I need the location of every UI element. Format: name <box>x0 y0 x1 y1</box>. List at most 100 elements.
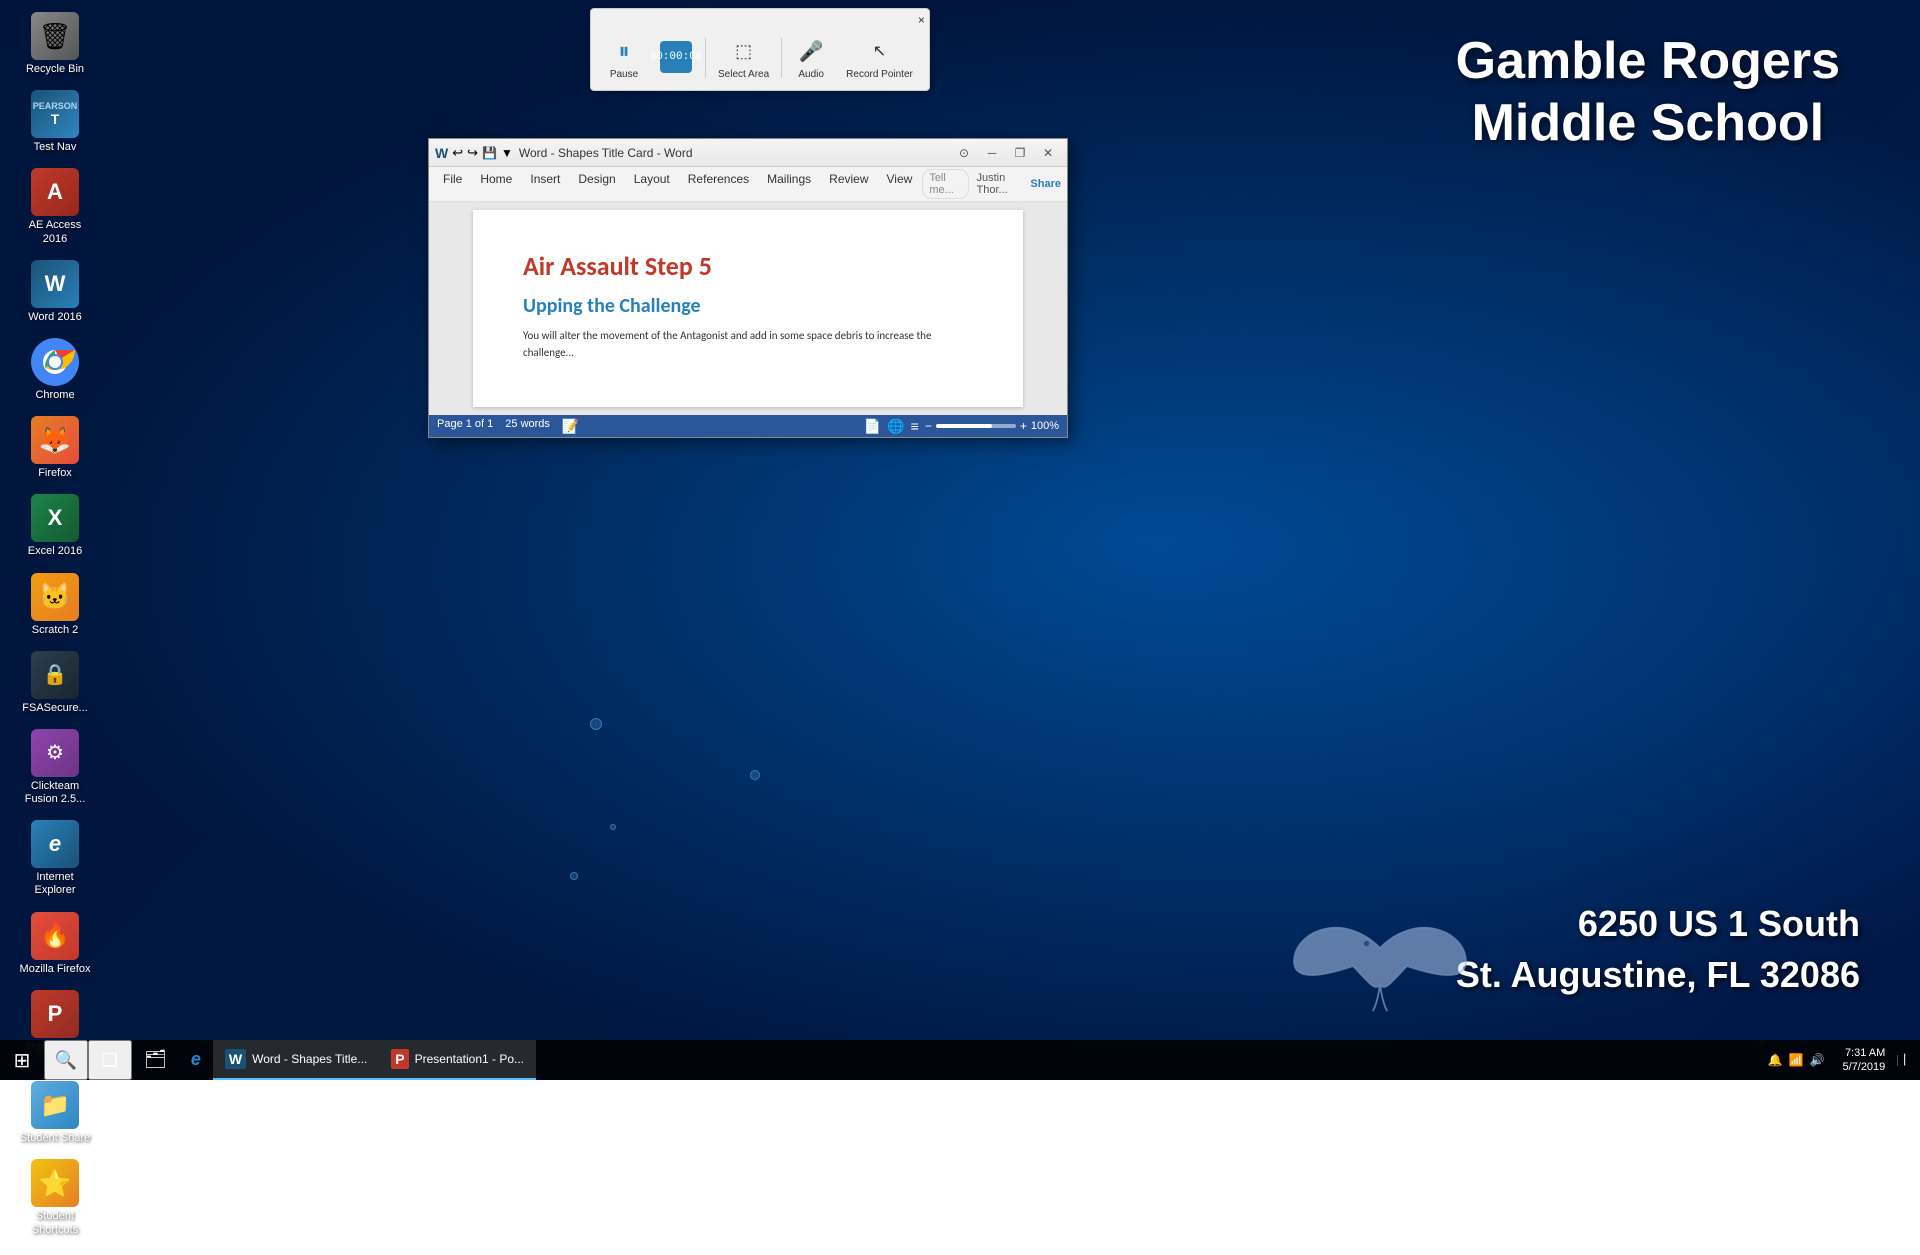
notification-icon: 🔔 <box>1768 1053 1783 1067</box>
word-app-icon: W <box>435 145 448 161</box>
recording-toolbar-buttons: ⏸ Pause 00:00:00 ⬚ Select Area 🎤 Audio ↖… <box>595 29 925 86</box>
pause-button[interactable]: ⏸ Pause <box>599 31 649 84</box>
chrome-label: Chrome <box>35 389 74 402</box>
tell-me-input[interactable]: Tell me... <box>922 169 968 199</box>
start-button[interactable]: ⊞ <box>0 1040 44 1080</box>
zoom-slider[interactable] <box>936 424 1016 428</box>
record-pointer-label: Record Pointer <box>846 69 913 80</box>
pause-icon: ⏸ <box>608 35 640 67</box>
menu-design[interactable]: Design <box>570 169 623 199</box>
statusbar-right: 📄 🌐 ≡ − + 100% <box>864 418 1059 435</box>
clickteam-label: Clickteam Fusion 2.5... <box>19 780 91 806</box>
menu-file[interactable]: File <box>435 169 470 199</box>
desktop-icon-testnav[interactable]: PEARSON T Test Nav <box>15 86 95 158</box>
word-ribbon: File Home Insert Design Layout Reference… <box>429 167 1067 202</box>
clickteam-icon: ⚙ <box>31 729 79 777</box>
desktop-icon-mozilla[interactable]: 🔥 Mozilla Firefox <box>15 908 95 980</box>
recording-toolbar-close[interactable]: × <box>918 13 925 27</box>
school-name: Gamble Rogers Middle School <box>1456 30 1840 155</box>
select-area-button[interactable]: ⬚ Select Area <box>710 31 777 84</box>
document-heading2: Upping the Challenge <box>523 294 973 318</box>
student-shortcuts-label: Student Shortcuts <box>19 1210 91 1236</box>
statusbar-left: Page 1 of 1 25 words 📝 <box>437 418 579 435</box>
share-button[interactable]: Share <box>1030 178 1061 190</box>
taskbar-clock[interactable]: 7:31 AM 5/7/2019 <box>1834 1046 1893 1075</box>
timer-icon: 00:00:00 <box>660 41 692 73</box>
menu-view[interactable]: View <box>879 169 921 199</box>
ie-label: Internet Explorer <box>19 871 91 897</box>
customize-icon[interactable]: ▼ <box>501 146 513 160</box>
search-circle-button[interactable]: ⊙ <box>951 143 977 163</box>
school-address: 6250 US 1 South St. Augustine, FL 32086 <box>1456 899 1860 1000</box>
menu-home[interactable]: Home <box>472 169 520 199</box>
taskbar-system: 🔔 📶 🔊 7:31 AM 5/7/2019 ▏ <box>1762 1046 1920 1075</box>
restore-button[interactable]: ❐ <box>1007 143 1033 163</box>
save-icon[interactable]: 💾 <box>482 146 497 160</box>
word-menu-right: Tell me... Justin Thor... Share <box>922 169 1061 199</box>
word-taskbar-label: Word - Shapes Title... <box>252 1052 367 1066</box>
mozilla-icon: 🔥 <box>31 912 79 960</box>
taskbar-word[interactable]: W Word - Shapes Title... <box>213 1040 379 1080</box>
show-desktop-button[interactable]: ▏ <box>1897 1055 1912 1066</box>
desktop-icon-firefox[interactable]: 🦊 Firefox <box>15 412 95 484</box>
document-heading1: Air Assault Step 5 <box>523 250 973 282</box>
desktop-icon-fsa[interactable]: 🔒 FSASecure... <box>15 647 95 719</box>
menu-insert[interactable]: Insert <box>522 169 568 199</box>
file-explorer-icon: 🗂 <box>144 1049 167 1070</box>
close-button[interactable]: ✕ <box>1035 143 1061 163</box>
zoom-out-button[interactable]: − <box>925 419 932 433</box>
taskbar-powerpoint[interactable]: P Presentation1 - Po... <box>379 1040 536 1080</box>
taskbar-edge[interactable]: e <box>179 1040 213 1080</box>
minimize-button[interactable]: ─ <box>979 143 1005 163</box>
menu-review[interactable]: Review <box>821 169 876 199</box>
view-outline-icon[interactable]: ≡ <box>911 418 919 434</box>
word-window-controls: ⊙ ─ ❐ ✕ <box>951 143 1061 163</box>
student-share-label: Student Share <box>20 1132 90 1145</box>
pointer-icon: ↖ <box>864 35 896 67</box>
taskbar-apps: 🗂 e W Word - Shapes Title... P Presentat… <box>132 1040 1762 1080</box>
powerpoint-taskbar-label: Presentation1 - Po... <box>415 1052 524 1066</box>
time-display: 7:31 AM <box>1842 1046 1885 1060</box>
recycle-bin-label: Recycle Bin <box>26 63 84 76</box>
zoom-in-button[interactable]: + <box>1020 419 1027 433</box>
desktop-icon-access[interactable]: A AE Access 2016 <box>15 164 95 249</box>
mozilla-label: Mozilla Firefox <box>20 963 91 976</box>
desktop-icon-clickteam[interactable]: ⚙ Clickteam Fusion 2.5... <box>15 725 95 810</box>
desktop-icon-student-share[interactable]: 📁 Student Share <box>15 1077 95 1149</box>
audio-button[interactable]: 🎤 Audio <box>786 31 836 84</box>
word-title-icons: W ↩ ↪ 💾 ▼ <box>435 145 513 161</box>
undo-icon[interactable]: ↩ <box>452 145 463 161</box>
word-window: W ↩ ↪ 💾 ▼ Word - Shapes Title Card - Wor… <box>428 138 1068 438</box>
record-pointer-button[interactable]: ↖ Record Pointer <box>838 31 921 84</box>
word-taskbar-icon: W <box>225 1049 246 1069</box>
redo-icon[interactable]: ↪ <box>467 145 478 161</box>
menu-mailings[interactable]: Mailings <box>759 169 819 199</box>
desktop-icon-chrome[interactable]: Chrome <box>15 334 95 406</box>
scratch-label: Scratch 2 <box>32 624 78 637</box>
word-document: Air Assault Step 5 Upping the Challenge … <box>429 202 1067 415</box>
audio-label: Audio <box>798 69 824 80</box>
recording-toolbar: × ⏸ Pause 00:00:00 ⬚ Select Area 🎤 Audio… <box>590 8 930 91</box>
desktop-icon-scratch[interactable]: 🐱 Scratch 2 <box>15 569 95 641</box>
desktop-icon-student-shortcuts[interactable]: ⭐ Student Shortcuts <box>15 1155 95 1240</box>
taskbar-file-explorer[interactable]: 🗂 <box>132 1040 179 1080</box>
desktop-icon-recycle-bin[interactable]: 🗑 Recycle Bin <box>15 8 95 80</box>
user-account[interactable]: Justin Thor... <box>977 172 1023 196</box>
desktop-icon-ie[interactable]: e Internet Explorer <box>15 816 95 901</box>
menu-references[interactable]: References <box>680 169 757 199</box>
firefox-icon: 🦊 <box>31 416 79 464</box>
menu-layout[interactable]: Layout <box>626 169 678 199</box>
word-count: 25 words <box>505 418 550 435</box>
desktop-icon-word[interactable]: W Word 2016 <box>15 256 95 328</box>
desktop-icon-excel[interactable]: X Excel 2016 <box>15 490 95 562</box>
access-label: AE Access 2016 <box>19 219 91 245</box>
powerpoint-taskbar-icon: P <box>391 1049 408 1069</box>
word-page[interactable]: Air Assault Step 5 Upping the Challenge … <box>473 210 1023 407</box>
task-view-button[interactable]: ❑ <box>88 1040 132 1080</box>
word-label: Word 2016 <box>28 311 82 324</box>
view-web-icon[interactable]: 🌐 <box>887 418 904 435</box>
date-display: 5/7/2019 <box>1842 1060 1885 1074</box>
search-button[interactable]: 🔍 <box>44 1040 88 1080</box>
chrome-icon <box>31 338 79 386</box>
view-print-icon[interactable]: 📄 <box>864 418 881 435</box>
